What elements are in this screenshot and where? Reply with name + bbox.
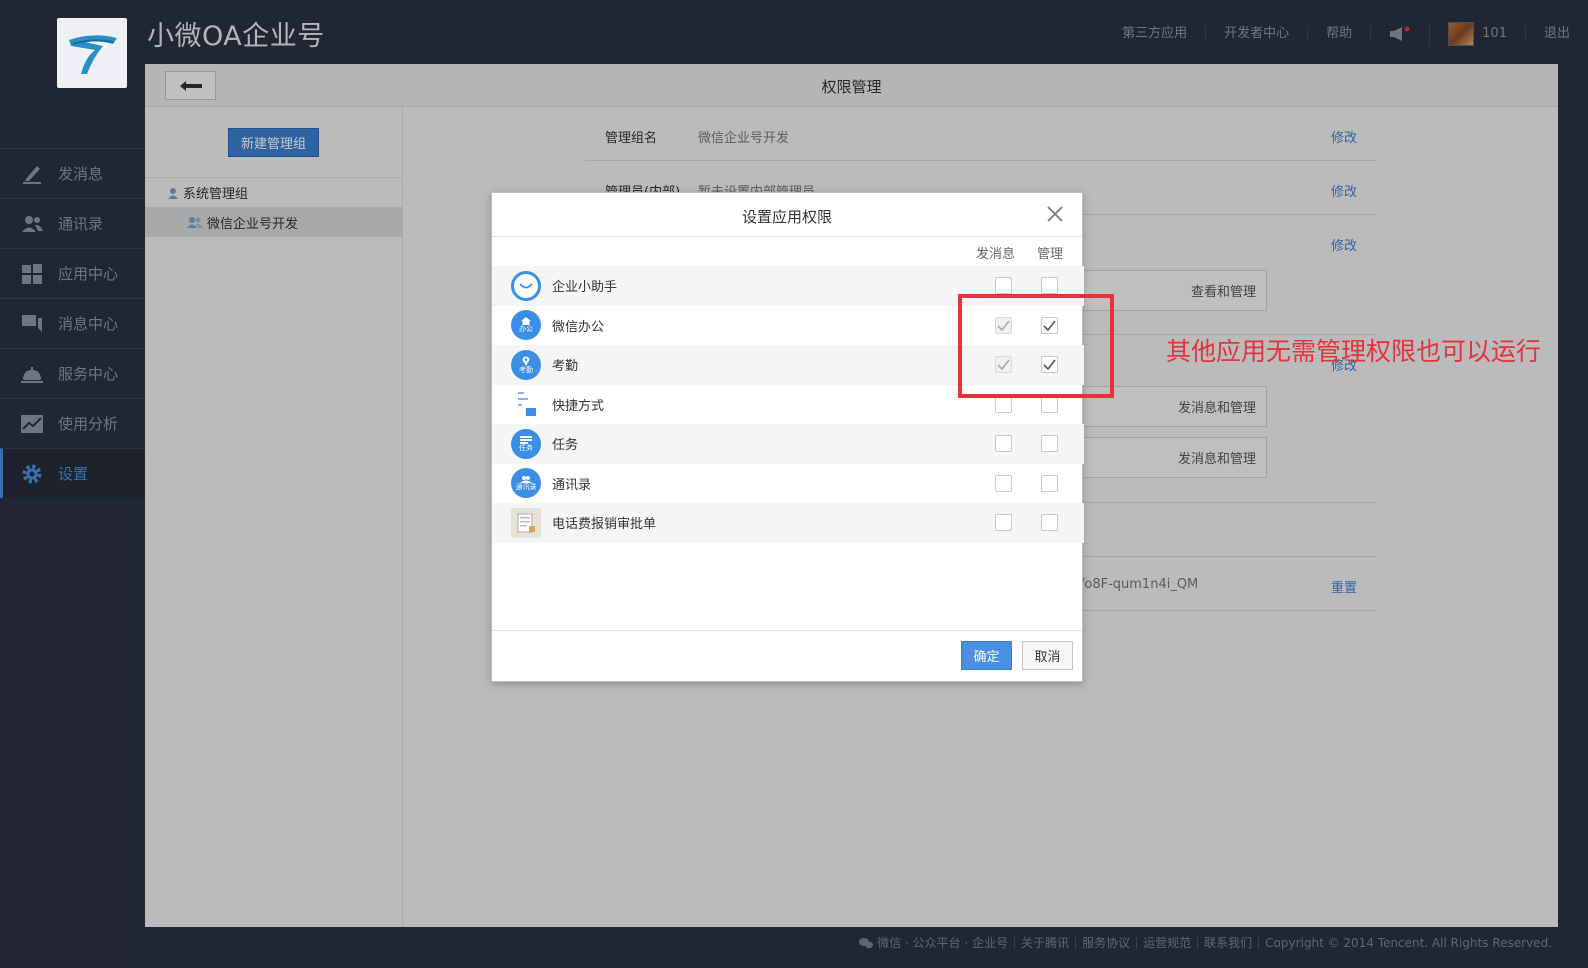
send-checkbox[interactable]	[995, 277, 1012, 295]
manage-checkbox[interactable]	[1041, 474, 1058, 492]
logo-icon	[69, 35, 117, 74]
app-row: 任务 任务	[492, 424, 1084, 464]
col-manage: 管理	[1037, 247, 1064, 262]
send-checkbox[interactable]	[995, 395, 1012, 413]
manage-checkbox[interactable]	[1041, 435, 1058, 453]
app-permission-dialog: 设置应用权限 发消息 管理 企业小助手 办公 微信办公 考勤 考勤 快捷方式 任…	[491, 192, 1084, 682]
cancel-button[interactable]: 取消	[1022, 641, 1073, 670]
send-checkbox[interactable]	[995, 474, 1012, 492]
annotation-text: 其他应用无需管理权限也可以运行	[1166, 337, 1542, 366]
column-headers: 发消息 管理	[492, 243, 1084, 263]
manage-checkbox[interactable]	[1041, 277, 1058, 295]
assistant-icon	[511, 270, 541, 301]
app-name: 通讯录	[552, 477, 592, 493]
send-checkbox[interactable]	[995, 514, 1012, 532]
app-name: 企业小助手	[552, 280, 618, 296]
app-name: 电话费报销审批单	[552, 517, 657, 533]
dialog-footer: 确定 取消	[492, 630, 1082, 681]
app-row: 电话费报销审批单	[492, 503, 1084, 543]
contacts-app-icon: 通讯录	[511, 468, 541, 499]
location-pin-icon: 考勤	[511, 349, 541, 380]
manage-checkbox[interactable]	[1041, 514, 1058, 532]
dialog-header: 设置应用权限	[492, 193, 1082, 237]
app-name: 快捷方式	[552, 398, 605, 414]
manage-checkbox[interactable]	[1041, 395, 1058, 413]
task-icon: 任务	[511, 428, 541, 459]
dialog-title: 设置应用权限	[741, 208, 832, 226]
app-name: 考勤	[552, 359, 579, 375]
app-row: 通讯录 通讯录	[492, 464, 1084, 504]
office-icon: 办公	[511, 310, 541, 341]
app-name: 任务	[552, 438, 579, 454]
app-name: 微信办公	[552, 319, 605, 335]
logo[interactable]	[57, 18, 127, 88]
close-icon[interactable]	[1046, 205, 1064, 223]
send-checkbox[interactable]	[995, 435, 1012, 453]
expense-form-icon	[511, 507, 541, 538]
confirm-button[interactable]: 确定	[961, 641, 1012, 670]
col-send-message: 发消息	[976, 247, 1016, 262]
shortcut-icon	[511, 389, 541, 420]
highlight-box	[958, 294, 1114, 398]
